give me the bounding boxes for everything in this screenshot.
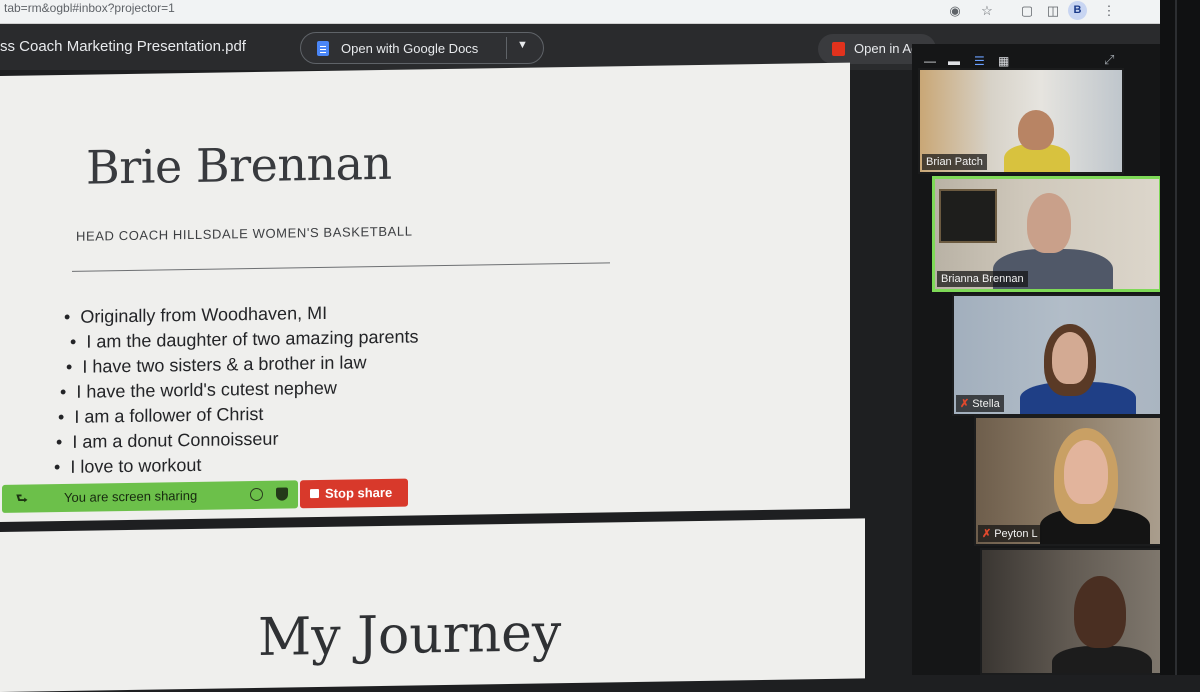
screen-share-bar: ⮑ You are screen sharing Stop share xyxy=(2,478,408,513)
participant-face xyxy=(1018,110,1054,150)
expand-icon[interactable]: ⤢ xyxy=(1104,52,1114,68)
address-bar-url[interactable]: tab=rm&ogbl#inbox?projector=1 xyxy=(0,0,175,16)
eye-icon[interactable]: ◉ xyxy=(946,2,964,20)
participant-tile[interactable]: ✗ Stella xyxy=(952,294,1174,416)
screen-sharing-label: You are screen sharing xyxy=(64,487,198,505)
participant-figure xyxy=(1052,646,1152,673)
clock-icon xyxy=(250,487,263,502)
sidebar-icon[interactable]: ◫ xyxy=(1044,2,1062,20)
participant-face xyxy=(1064,440,1108,504)
profile-avatar[interactable]: B xyxy=(1068,1,1087,20)
single-view-icon[interactable]: ▬ xyxy=(948,54,960,68)
dropdown-caret-icon[interactable]: ▼ xyxy=(517,39,528,51)
acrobat-icon xyxy=(832,42,845,56)
open-with-google-docs-label: Open with Google Docs xyxy=(341,41,479,56)
video-gallery-panel: — ▬ ☰ ▦ ⤢ Brian Patch Brianna Brennan ✗ S… xyxy=(912,44,1200,675)
pdf-viewer-canvas[interactable]: Brie Brennan HEAD COACH HILLSDALE WOMEN'… xyxy=(0,62,920,692)
window-edge xyxy=(1160,0,1200,675)
chalkboard xyxy=(939,189,997,243)
participant-name: Peyton L xyxy=(994,528,1038,540)
pdf-filename: ss Coach Marketing Presentation.pdf xyxy=(0,38,246,55)
browser-chrome: tab=rm&ogbl#inbox?projector=1 ◉ ☆ ▢ ◫ B … xyxy=(0,0,1200,24)
shield-icon xyxy=(276,487,288,501)
share-arrow-icon: ⮑ xyxy=(16,490,28,506)
bullet-list: Originally from Woodhaven, MI I am the d… xyxy=(64,299,418,480)
extensions-icon[interactable]: ▢ xyxy=(1018,2,1036,20)
google-docs-icon xyxy=(317,41,329,56)
participant-name-tag: ✗ Peyton L xyxy=(978,525,1042,542)
grid-view-icon[interactable]: ▦ xyxy=(998,54,1009,68)
participant-face xyxy=(1027,193,1071,253)
stop-share-label: Stop share xyxy=(325,484,393,501)
participant-name: Brian Patch xyxy=(926,156,983,168)
slide-2-title: My Journey xyxy=(258,603,562,668)
open-with-google-docs-button[interactable]: Open with Google Docs ▼ xyxy=(300,32,544,64)
slide-title: Brie Brennan xyxy=(86,135,392,195)
participant-face xyxy=(1052,332,1088,384)
participant-tile-active-speaker[interactable]: Brianna Brennan xyxy=(932,176,1162,292)
bookmark-star-icon[interactable]: ☆ xyxy=(978,2,996,20)
slide-divider xyxy=(72,262,610,272)
slide-page-2: My Journey xyxy=(0,518,865,692)
participant-name-tag: Brian Patch xyxy=(922,154,987,170)
minimize-icon[interactable]: — xyxy=(924,54,936,68)
screen-sharing-status[interactable]: ⮑ You are screen sharing xyxy=(2,480,298,513)
participant-face xyxy=(1074,576,1126,648)
participant-name: Stella xyxy=(972,398,1000,410)
slide-page-1: Brie Brennan HEAD COACH HILLSDALE WOMEN'… xyxy=(0,62,850,523)
slide-subtitle: HEAD COACH HILLSDALE WOMEN'S BASKETBALL xyxy=(76,223,413,244)
stop-icon xyxy=(310,488,319,499)
participant-name-tag: ✗ Stella xyxy=(956,395,1004,412)
button-divider xyxy=(506,37,507,59)
participant-name-tag: Brianna Brennan xyxy=(937,271,1028,287)
list-view-icon[interactable]: ☰ xyxy=(974,54,985,68)
stop-share-button[interactable]: Stop share xyxy=(300,478,408,509)
more-menu-icon[interactable]: ⋮ xyxy=(1100,2,1118,20)
window-divider xyxy=(1175,0,1177,675)
participant-name: Brianna Brennan xyxy=(941,273,1024,285)
bullet-item: I love to workout xyxy=(54,449,419,480)
muted-mic-icon: ✗ xyxy=(960,398,970,410)
muted-mic-icon: ✗ xyxy=(982,528,992,540)
open-in-acrobat-label: Open in Ac xyxy=(854,41,918,56)
participant-tile[interactable]: Brian Patch xyxy=(918,68,1124,174)
